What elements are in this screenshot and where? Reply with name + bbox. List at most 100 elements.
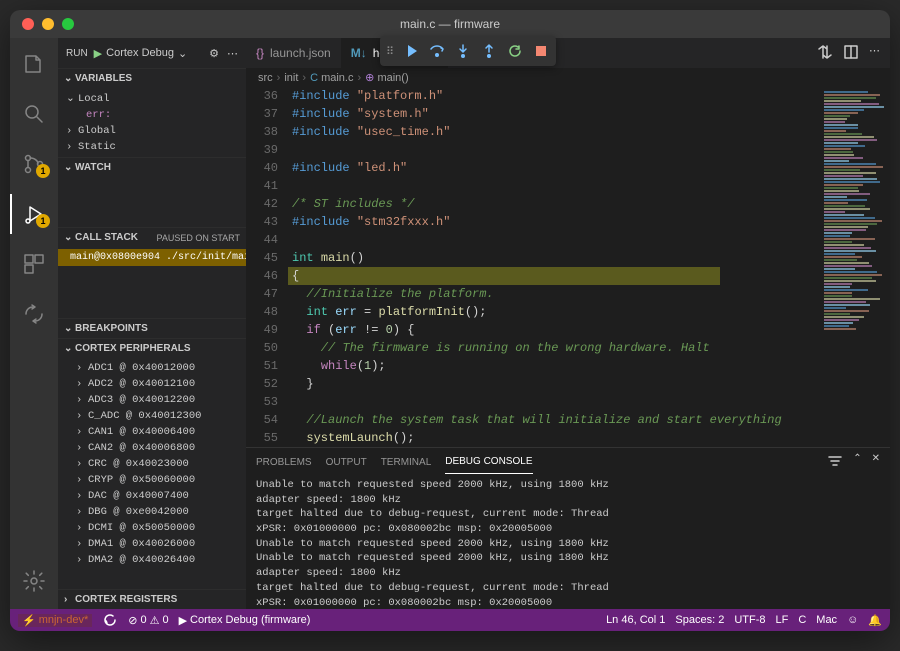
editor-tab[interactable]: {}launch.json <box>246 38 341 68</box>
code-line[interactable]: #include "system.h" <box>288 105 820 123</box>
peripheral-item[interactable]: ›CAN1 @ 0x40006400 <box>58 424 246 440</box>
code-line[interactable]: } <box>288 375 820 393</box>
variable-scope[interactable]: ›Static <box>58 139 246 155</box>
title-bar[interactable]: main.c — firmware <box>10 10 890 38</box>
section-breakpoints[interactable]: ⌄Breakpoints <box>58 319 246 338</box>
code-line[interactable]: #include "usec_time.h" <box>288 123 820 141</box>
breadcrumb-segment[interactable]: C main.c <box>310 72 353 84</box>
console-line: target halted due to debug-request, curr… <box>256 507 880 522</box>
section-watch[interactable]: ⌄Watch <box>58 158 246 177</box>
chevron-down-icon: ⌄ <box>178 47 187 60</box>
minimap[interactable] <box>820 87 890 447</box>
status-sync[interactable] <box>102 612 118 628</box>
activity-settings[interactable] <box>10 561 58 601</box>
code-line[interactable] <box>288 393 820 411</box>
section-cortex-peripherals[interactable]: ⌄Cortex Peripherals <box>58 339 246 358</box>
peripheral-item[interactable]: ›C_ADC @ 0x40012300 <box>58 408 246 424</box>
panel-filter-icon[interactable] <box>827 453 843 472</box>
code-line[interactable]: //Launch the system task that will initi… <box>288 411 820 429</box>
peripheral-item[interactable]: ›CRC @ 0x40023000 <box>58 456 246 472</box>
status-bar: ⚡ mnjn-dev* ⊘ 0 ⚠ 0 ▶ Cortex Debug (firm… <box>10 609 890 631</box>
code-line[interactable]: int err = platformInit(); <box>288 303 820 321</box>
section-cortex-registers[interactable]: ›Cortex Registers <box>58 590 246 609</box>
panel-collapse-icon[interactable]: ⌃ <box>853 453 861 472</box>
code-editor[interactable]: 3637383940414243444546474849505152535455… <box>246 87 890 447</box>
activity-explorer[interactable] <box>10 44 58 84</box>
panel-tab[interactable]: Output <box>326 451 367 474</box>
code-line[interactable]: //Initialize the platform. <box>288 285 820 303</box>
code-line[interactable]: #include "led.h" <box>288 159 820 177</box>
gear-icon[interactable]: ⚙ <box>209 47 219 60</box>
callstack-frame[interactable]: main@0x0800e904./src/init/main.c <box>58 249 246 266</box>
status-lang[interactable]: C <box>798 614 806 626</box>
activity-remote[interactable] <box>10 294 58 334</box>
peripheral-item[interactable]: ›CAN2 @ 0x40006800 <box>58 440 246 456</box>
code-line[interactable] <box>288 177 820 195</box>
activity-extensions[interactable] <box>10 244 58 284</box>
variable-scope[interactable]: ›Global <box>58 123 246 139</box>
code-line[interactable]: /* ST includes */ <box>288 195 820 213</box>
peripheral-item[interactable]: ›DAC @ 0x40007400 <box>58 488 246 504</box>
status-debug-target[interactable]: ▶ Cortex Debug (firmware) <box>179 614 311 627</box>
status-os[interactable]: Mac <box>816 614 837 626</box>
run-label: RUN <box>66 48 88 59</box>
peripheral-item[interactable]: ›DCMI @ 0x50050000 <box>58 520 246 536</box>
code-line[interactable]: while(1); <box>288 357 820 375</box>
panel-tab[interactable]: Problems <box>256 451 312 474</box>
panel-tab[interactable]: Terminal <box>381 451 432 474</box>
status-position[interactable]: Ln 46, Col 1 <box>606 614 665 626</box>
split-editor-icon[interactable] <box>843 44 859 63</box>
code-line[interactable]: int main() <box>288 249 820 267</box>
more-icon[interactable]: ⋯ <box>869 44 880 63</box>
peripheral-item[interactable]: ›DBG @ 0xe0042000 <box>58 504 246 520</box>
status-eol[interactable]: LF <box>775 614 788 626</box>
code-line[interactable]: // The firmware is running on the wrong … <box>288 339 820 357</box>
code-line[interactable] <box>288 141 820 159</box>
activity-debug[interactable]: 1 <box>10 194 58 234</box>
peripheral-item[interactable]: ›ADC3 @ 0x40012200 <box>58 392 246 408</box>
panel-close-icon[interactable]: ✕ <box>872 453 880 472</box>
step-into-button[interactable] <box>451 39 475 63</box>
status-remote[interactable]: ⚡ mnjn-dev* <box>18 614 92 627</box>
window-minimize-button[interactable] <box>42 18 54 30</box>
peripheral-item[interactable]: ›DMA2 @ 0x40026400 <box>58 552 246 568</box>
peripheral-item[interactable]: ›DMA1 @ 0x40026000 <box>58 536 246 552</box>
more-icon[interactable]: ⋯ <box>227 47 238 60</box>
debug-sidebar: RUN ▶ Cortex Debug ⌄ ⚙ ⋯ ⌄Variables ⌄Loc… <box>58 38 246 609</box>
code-line[interactable]: #include "stm32fxxx.h" <box>288 213 820 231</box>
status-encoding[interactable]: UTF-8 <box>734 614 765 626</box>
peripheral-item[interactable]: ›ADC1 @ 0x40012000 <box>58 360 246 376</box>
activity-search[interactable] <box>10 94 58 134</box>
status-feedback-icon[interactable]: ☺ <box>847 614 858 626</box>
section-variables[interactable]: ⌄Variables <box>58 69 246 88</box>
panel-tab[interactable]: Debug Console <box>445 450 532 474</box>
status-errors[interactable]: ⊘ 0 ⚠ 0 <box>128 614 168 627</box>
step-out-button[interactable] <box>477 39 501 63</box>
continue-button[interactable] <box>399 39 423 63</box>
stop-button[interactable] <box>529 39 553 63</box>
grip-icon[interactable]: ⠿ <box>383 39 397 63</box>
status-spaces[interactable]: Spaces: 2 <box>675 614 724 626</box>
peripheral-item[interactable]: ›ADC2 @ 0x40012100 <box>58 376 246 392</box>
peripheral-item[interactable]: ›CRYP @ 0x50060000 <box>58 472 246 488</box>
breadcrumb-segment[interactable]: ⊕ main() <box>365 71 408 84</box>
section-callstack[interactable]: ⌄Call Stack Paused on start <box>58 228 246 247</box>
compare-icon[interactable] <box>817 44 833 63</box>
restart-button[interactable] <box>503 39 527 63</box>
breadcrumb-segment[interactable]: src <box>258 72 273 84</box>
debug-config-selector[interactable]: ▶ Cortex Debug ⌄ <box>94 47 188 60</box>
breadcrumb-segment[interactable]: init <box>284 72 298 84</box>
activity-scm[interactable]: 1 <box>10 144 58 184</box>
breadcrumb[interactable]: src›init›C main.c›⊕ main() <box>246 68 890 87</box>
code-line[interactable] <box>288 231 820 249</box>
code-line[interactable]: if (err != 0) { <box>288 321 820 339</box>
step-over-button[interactable] <box>425 39 449 63</box>
code-line[interactable]: #include "platform.h" <box>288 87 820 105</box>
debug-toolbar[interactable]: ⠿ <box>380 38 556 66</box>
window-maximize-button[interactable] <box>62 18 74 30</box>
variable-item[interactable]: err: <box>58 107 246 123</box>
variable-scope[interactable]: ⌄Local <box>58 90 246 107</box>
status-bell-icon[interactable]: 🔔 <box>868 614 882 627</box>
window-close-button[interactable] <box>22 18 34 30</box>
code-line[interactable]: systemLaunch(); <box>288 429 820 447</box>
